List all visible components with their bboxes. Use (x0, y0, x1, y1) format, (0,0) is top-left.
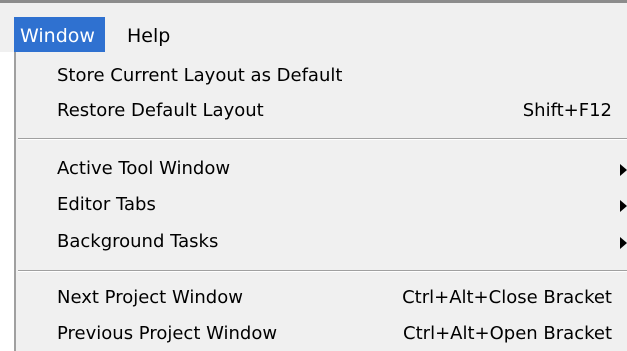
menu-window[interactable]: Window (14, 17, 105, 55)
menu-item-label: Store Current Layout as Default (57, 65, 343, 86)
menu-item-label: Active Tool Window (57, 158, 231, 179)
menu-item-editor-tabs[interactable]: Editor Tabs (16, 187, 627, 223)
menu-item-label: Next Project Window (57, 287, 243, 308)
menu-help-label: Help (127, 25, 171, 47)
menu-item-restore-default-layout[interactable]: Restore Default Layout Shift+F12 (16, 93, 627, 129)
menu-help[interactable]: Help (117, 17, 180, 55)
menu-separator (18, 138, 627, 140)
menu-item-shortcut: Ctrl+Alt+Close Bracket (402, 287, 612, 308)
menu-item-next-project-window[interactable]: Next Project Window Ctrl+Alt+Close Brack… (16, 280, 627, 316)
submenu-arrow-icon (620, 164, 627, 176)
menu-item-label: Restore Default Layout (57, 100, 264, 121)
menu-item-active-tool-window[interactable]: Active Tool Window (16, 151, 627, 187)
menu-item-shortcut: Ctrl+Alt+Open Bracket (403, 323, 612, 344)
menu-item-label: Previous Project Window (57, 323, 278, 344)
submenu-arrow-icon (620, 200, 627, 212)
submenu-arrow-icon (620, 237, 627, 249)
menu-window-label: Window (20, 25, 95, 47)
menu-item-label: Background Tasks (57, 231, 219, 252)
menu-item-store-current-layout[interactable]: Store Current Layout as Default (16, 58, 627, 94)
menu-item-shortcut: Shift+F12 (522, 100, 612, 121)
menu-separator (18, 270, 627, 272)
menu-item-label: Editor Tabs (57, 194, 156, 215)
menu-item-background-tasks[interactable]: Background Tasks (16, 224, 627, 260)
menu-bar: Window Help (0, 0, 627, 55)
window-dropdown-menu: Store Current Layout as Default Restore … (14, 52, 627, 351)
menu-item-previous-project-window[interactable]: Previous Project Window Ctrl+Alt+Open Br… (16, 316, 627, 351)
